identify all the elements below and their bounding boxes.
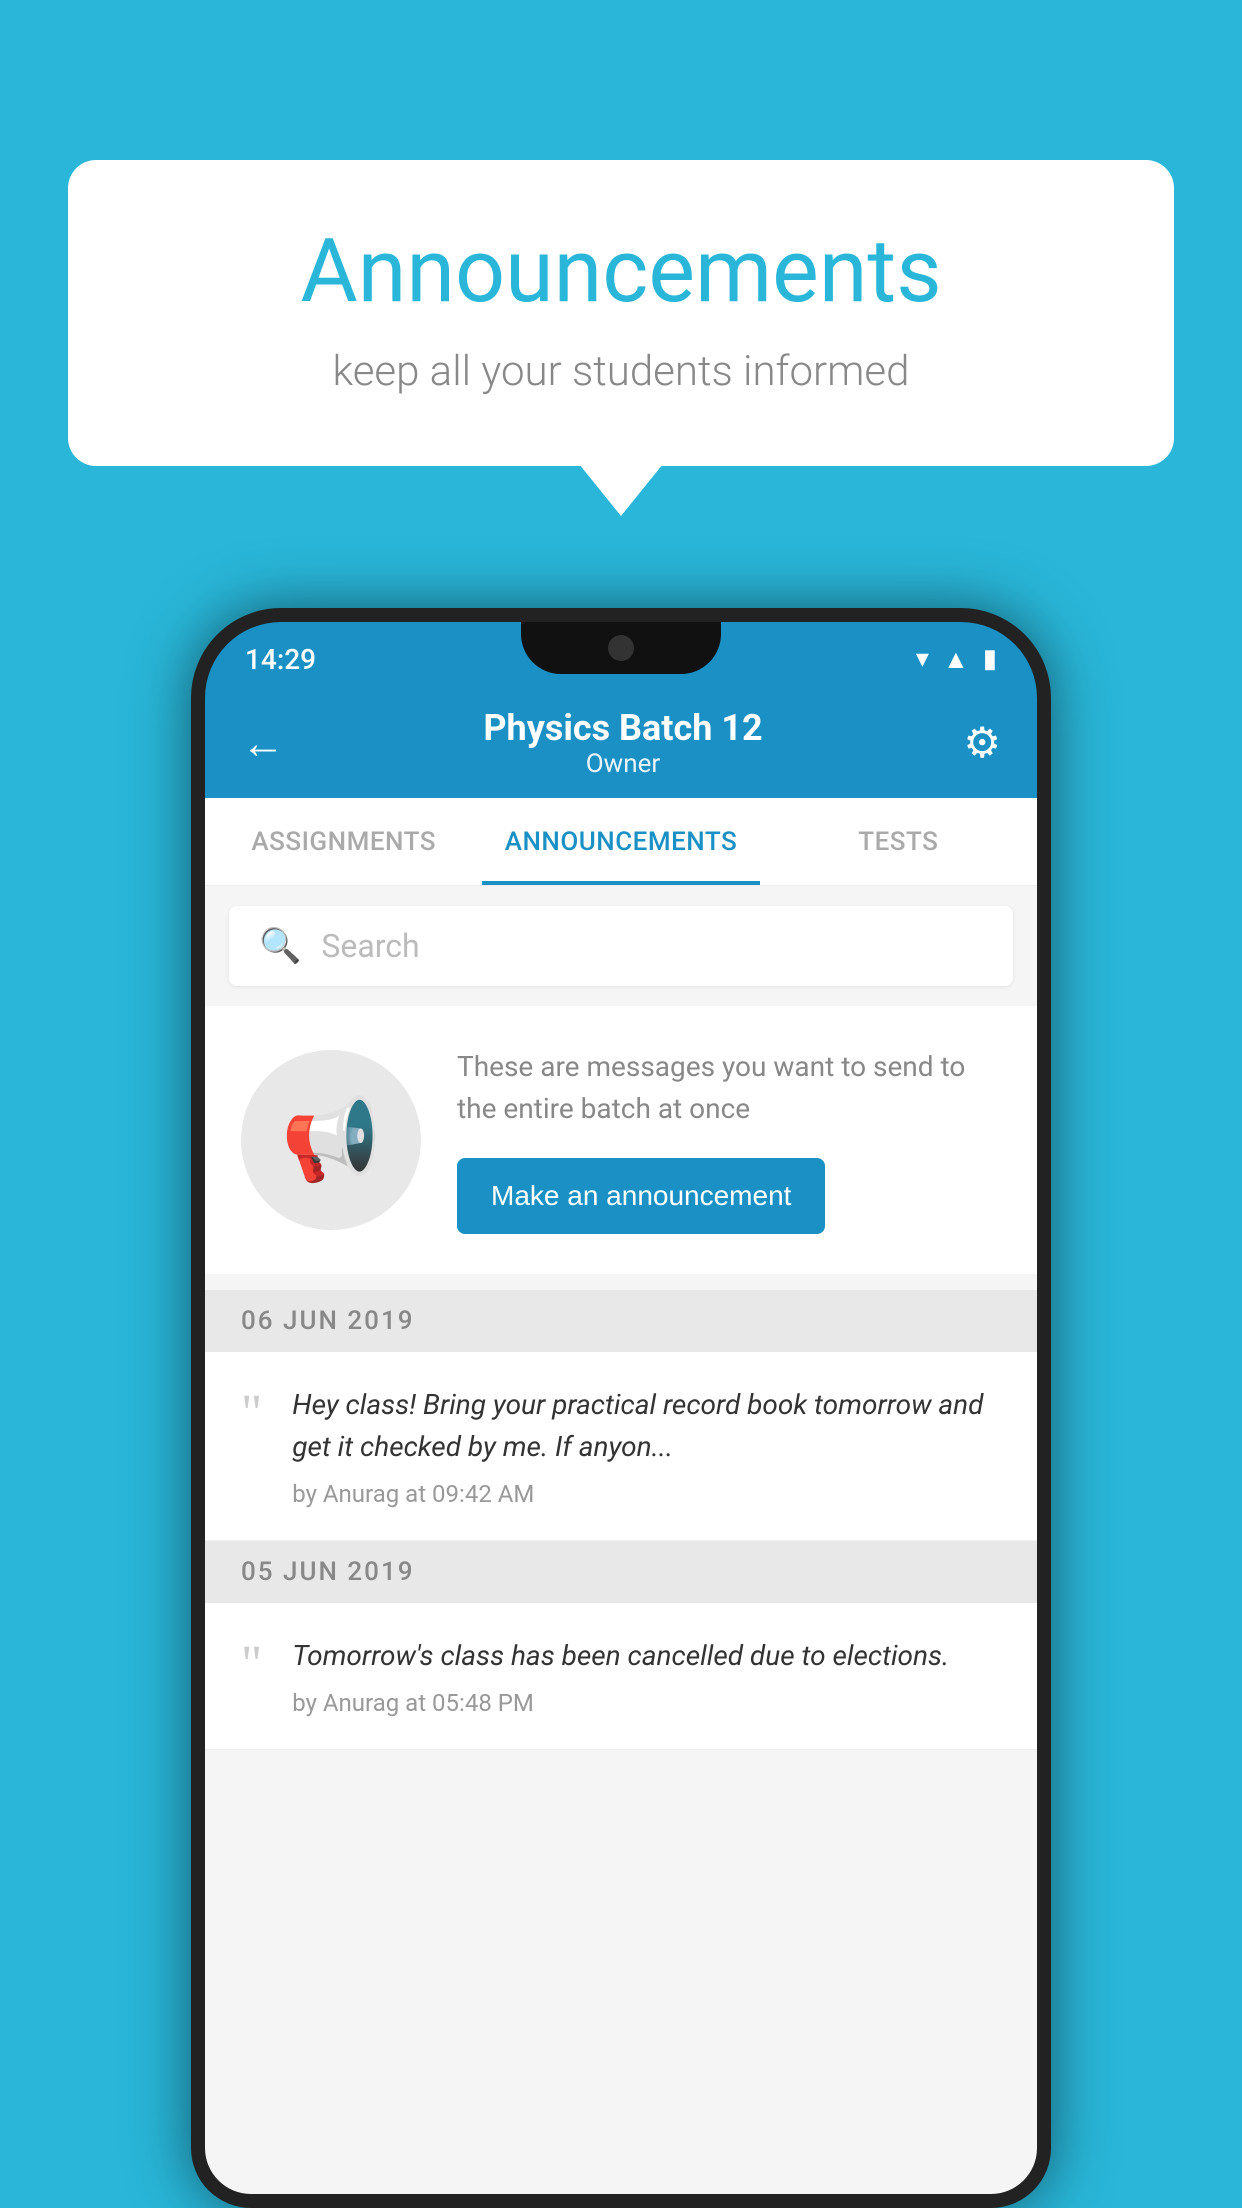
announcement-body-2: Tomorrow's class has been cancelled due … [292,1635,1001,1717]
date-separator-2: 05 JUN 2019 [205,1541,1037,1603]
announcement-item-1[interactable]: " Hey class! Bring your practical record… [205,1352,1037,1541]
app-bar-subtitle: Owner [305,749,941,779]
announcement-text-1: Hey class! Bring your practical record b… [292,1384,1001,1468]
app-bar-title-group: Physics Batch 12 Owner [305,707,941,779]
signal-icon: ▲ [943,644,969,675]
power-button [1047,942,1051,1062]
bubble-title: Announcements [148,220,1094,323]
date-separator-1: 06 JUN 2019 [205,1290,1037,1352]
announcement-text-2: Tomorrow's class has been cancelled due … [292,1635,1001,1677]
settings-icon[interactable]: ⚙ [963,718,1001,768]
tab-assignments[interactable]: ASSIGNMENTS [205,798,482,885]
bubble-subtitle: keep all your students informed [148,347,1094,396]
search-icon: 🔍 [259,926,301,966]
tab-bar: ASSIGNMENTS ANNOUNCEMENTS TESTS [205,798,1037,886]
back-button[interactable]: ← [241,717,285,769]
status-time: 14:29 [245,643,316,676]
volume-button [191,962,195,1042]
announcement-body-1: Hey class! Bring your practical record b… [292,1384,1001,1508]
phone-camera [608,635,634,661]
speech-bubble-container: Announcements keep all your students inf… [68,160,1174,466]
search-placeholder: Search [321,927,419,965]
megaphone-circle: 📢 [241,1050,421,1230]
megaphone-icon: 📢 [281,1093,381,1187]
phone-notch [521,622,721,674]
quote-icon-2: " [241,1639,262,1691]
tab-tests[interactable]: TESTS [760,798,1037,885]
wifi-icon: ▾ [916,644,929,674]
tab-announcements[interactable]: ANNOUNCEMENTS [482,798,759,885]
quote-icon-1: " [241,1388,262,1440]
announcement-item-2[interactable]: " Tomorrow's class has been cancelled du… [205,1603,1037,1750]
empty-state-right: These are messages you want to send to t… [457,1046,1001,1234]
screen-content: 🔍 Search 📢 These are messages you want t… [205,886,1037,2194]
search-bar[interactable]: 🔍 Search [229,906,1013,986]
make-announcement-button[interactable]: Make an announcement [457,1158,825,1234]
app-bar: ← Physics Batch 12 Owner ⚙ [205,688,1037,798]
app-bar-title: Physics Batch 12 [305,707,941,749]
empty-state: 📢 These are messages you want to send to… [205,1006,1037,1274]
speech-bubble: Announcements keep all your students inf… [68,160,1174,466]
announcement-meta-2: by Anurag at 05:48 PM [292,1689,1001,1717]
battery-icon: ▮ [983,644,997,674]
announcement-meta-1: by Anurag at 09:42 AM [292,1480,1001,1508]
empty-state-description: These are messages you want to send to t… [457,1046,1001,1130]
phone-frame: 14:29 ▾ ▲ ▮ ← Physics Batch 12 Owner ⚙ A… [191,608,1051,2208]
status-icons: ▾ ▲ ▮ [916,644,997,675]
